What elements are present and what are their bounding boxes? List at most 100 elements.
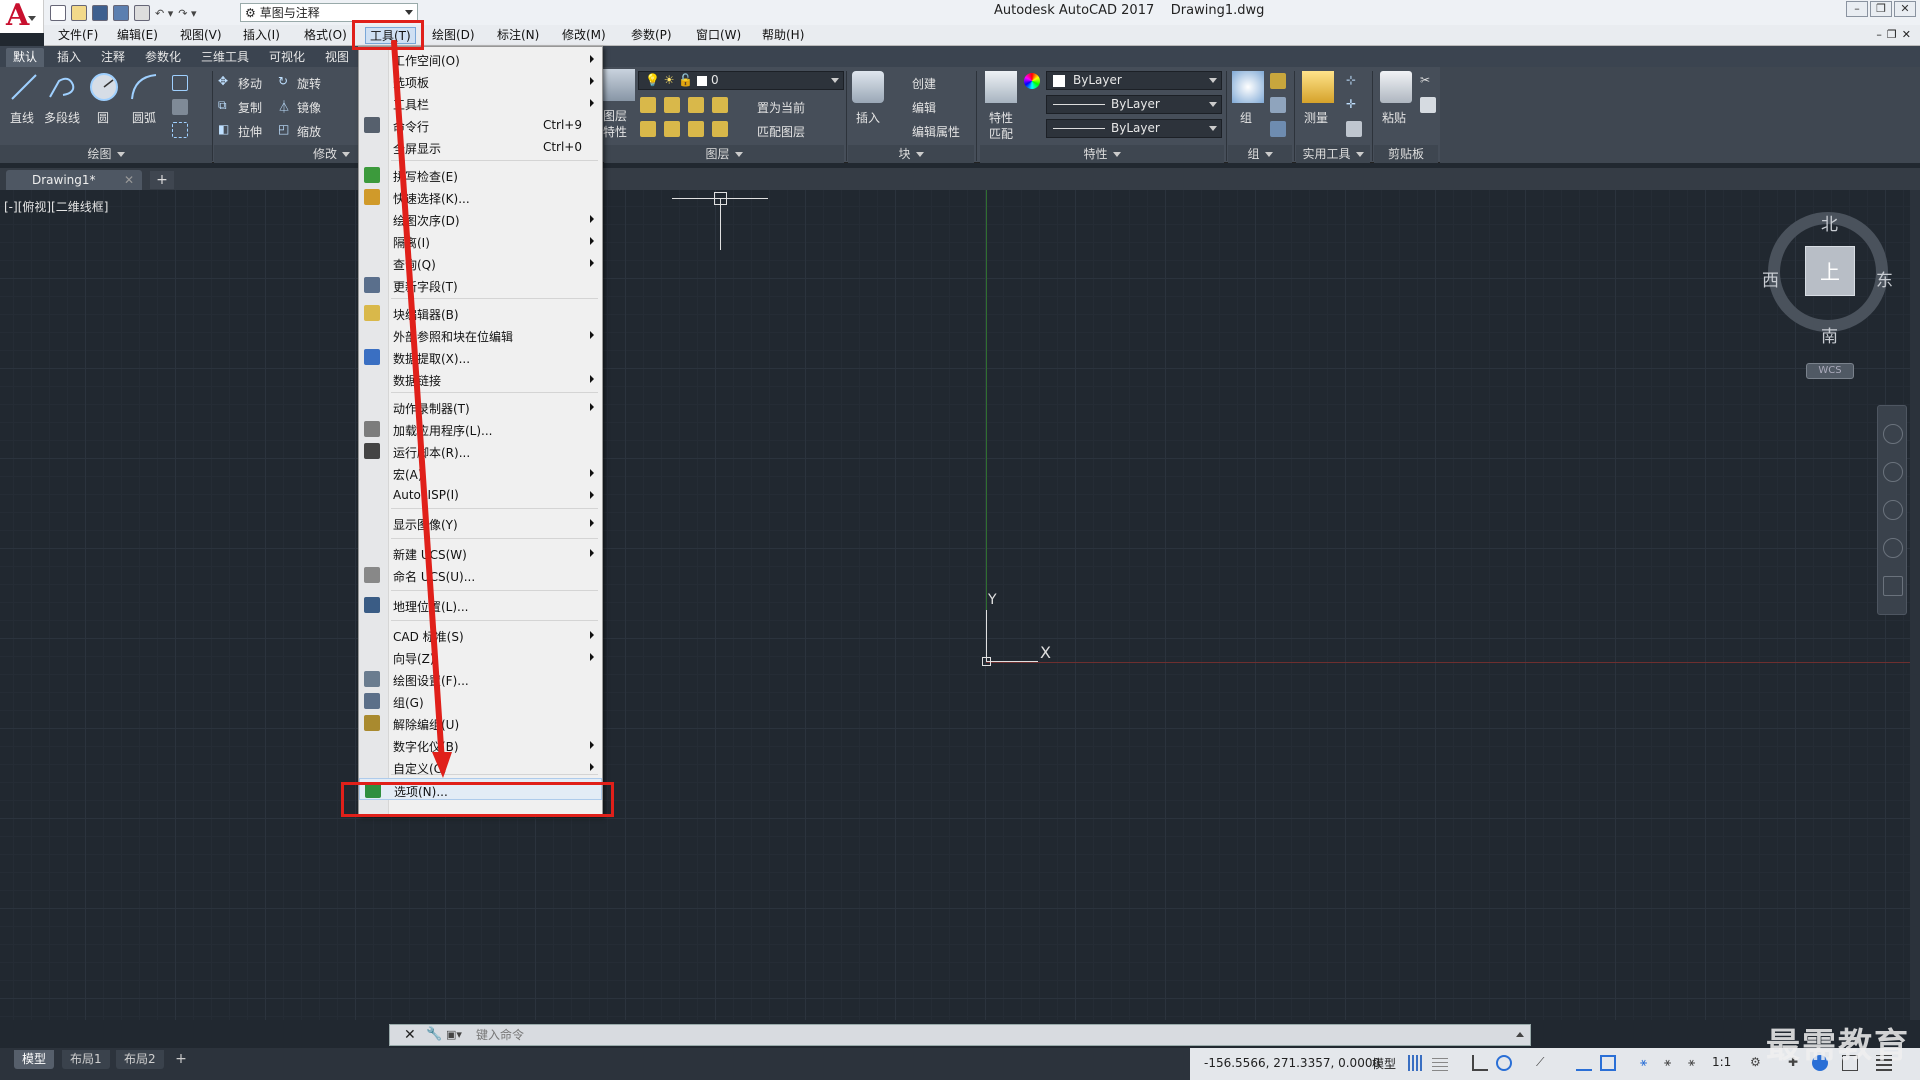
- add-layout-button[interactable]: +: [172, 1050, 190, 1069]
- current-layer-dropdown[interactable]: 💡 ☀ 🔓 0: [638, 71, 844, 90]
- ribbon-tab-annotate[interactable]: 注释: [94, 48, 132, 67]
- color-dropdown[interactable]: ByLayer: [1046, 71, 1222, 90]
- line-tool-label[interactable]: 直线: [10, 109, 34, 126]
- redo-icon[interactable]: ↷ ▾: [178, 7, 196, 20]
- match-properties-label-2[interactable]: 匹配: [989, 125, 1013, 142]
- measure-label[interactable]: 测量: [1304, 109, 1328, 126]
- copy-tool[interactable]: 复制: [238, 99, 262, 116]
- ribbon-tab-insert[interactable]: 插入: [50, 48, 88, 67]
- circle-tool-label[interactable]: 圆: [97, 109, 109, 126]
- copy-clip-icon[interactable]: [1420, 97, 1436, 113]
- draw-panel-label[interactable]: 绘图: [0, 145, 212, 163]
- layout2-tab[interactable]: 布局2: [116, 1050, 164, 1069]
- layer-off-icon[interactable]: [664, 97, 680, 113]
- arc-tool-icon[interactable]: [128, 71, 160, 103]
- annotation-visibility-icon[interactable]: ⚹: [1640, 1055, 1656, 1071]
- match-properties-label-1[interactable]: 特性: [989, 109, 1013, 126]
- model-space-button[interactable]: 模型: [1372, 1055, 1396, 1072]
- compass-south[interactable]: 南: [1821, 322, 1838, 347]
- insert-block-label[interactable]: 插入: [856, 109, 880, 126]
- properties-panel-label[interactable]: 特性: [980, 145, 1224, 163]
- close-icon[interactable]: ✕: [124, 170, 134, 190]
- match-properties-icon[interactable]: [985, 71, 1017, 103]
- polyline-tool-icon[interactable]: [47, 71, 79, 103]
- isodraft-icon[interactable]: ⟋: [1536, 1055, 1552, 1071]
- ribbon-tab-view[interactable]: 视图: [318, 48, 356, 67]
- block-panel-label[interactable]: 块: [848, 145, 974, 163]
- set-current-layer[interactable]: 置为当前: [757, 99, 805, 116]
- minimize-button[interactable]: –: [1846, 1, 1868, 17]
- application-menu-button[interactable]: A: [0, 0, 44, 33]
- document-window-controls[interactable]: –❐✕: [1876, 28, 1916, 41]
- menu-format[interactable]: 格式(O): [300, 27, 351, 44]
- rotate-icon[interactable]: ↻: [278, 74, 288, 88]
- move-tool[interactable]: 移动: [238, 75, 262, 92]
- annotation-scale-icon[interactable]: ⚹: [1688, 1055, 1704, 1071]
- group-icon[interactable]: [1232, 71, 1264, 103]
- lineweight-dropdown[interactable]: ByLayer: [1046, 119, 1222, 138]
- ungroup-icon[interactable]: [1270, 73, 1286, 89]
- menu-modify[interactable]: 修改(M): [558, 27, 610, 44]
- save-as-icon[interactable]: [113, 5, 129, 21]
- linetype-dropdown[interactable]: ByLayer: [1046, 95, 1222, 114]
- ribbon-tab-visualize[interactable]: 可视化: [262, 48, 312, 67]
- menu-view[interactable]: 视图(V): [176, 27, 226, 44]
- object-snap-icon[interactable]: [1600, 1055, 1616, 1071]
- ribbon-tab-parametric[interactable]: 参数化: [138, 48, 188, 67]
- object-snap-tracking-icon[interactable]: [1576, 1055, 1592, 1071]
- viewport-controls-label[interactable]: [-][俯视][二维线框]: [4, 198, 108, 215]
- grid-icon[interactable]: [1408, 1055, 1424, 1071]
- cut-icon[interactable]: ✂: [1420, 73, 1436, 89]
- insert-block-icon[interactable]: [852, 71, 884, 103]
- compass-east[interactable]: 东: [1876, 266, 1893, 291]
- measure-icon[interactable]: [1302, 71, 1334, 103]
- menu-file[interactable]: 文件(F): [54, 27, 102, 44]
- utilities-panel-label[interactable]: 实用工具: [1296, 145, 1370, 163]
- zoom-icon[interactable]: [1883, 500, 1903, 520]
- calculator-icon[interactable]: [1346, 121, 1362, 137]
- stretch-tool[interactable]: 拉伸: [238, 123, 262, 140]
- menu-dimension[interactable]: 标注(N): [493, 27, 543, 44]
- new-file-icon[interactable]: [50, 5, 66, 21]
- layer-lock-icon[interactable]: [664, 121, 680, 137]
- move-icon[interactable]: ✥: [218, 74, 228, 88]
- mirror-icon[interactable]: ⏃: [278, 98, 290, 115]
- layer-unlock-icon[interactable]: [688, 121, 704, 137]
- mirror-tool[interactable]: 镜像: [297, 99, 321, 116]
- group-label[interactable]: 组: [1240, 109, 1252, 126]
- compass-west[interactable]: 西: [1762, 266, 1779, 291]
- drawing-tab[interactable]: Drawing1* ✕: [6, 170, 142, 190]
- match-layer[interactable]: 匹配图层: [757, 123, 805, 140]
- layer-properties-label-1[interactable]: 图层: [603, 107, 627, 124]
- modify-panel-label[interactable]: 修改: [214, 145, 358, 163]
- paste-label[interactable]: 粘贴: [1382, 109, 1406, 126]
- copy-icon[interactable]: ⧉: [218, 98, 227, 113]
- open-file-icon[interactable]: [71, 5, 87, 21]
- menu-edit[interactable]: 编辑(E): [113, 27, 162, 44]
- new-drawing-tab-button[interactable]: +: [150, 171, 174, 189]
- steering-wheel-icon[interactable]: [1883, 424, 1903, 444]
- menu-help[interactable]: 帮助(H): [758, 27, 808, 44]
- menu-window[interactable]: 窗口(W): [692, 27, 745, 44]
- print-icon[interactable]: [134, 5, 150, 21]
- rotate-tool[interactable]: 旋转: [297, 75, 321, 92]
- layer-isolate-icon[interactable]: [688, 97, 704, 113]
- line-tool-icon[interactable]: [8, 71, 40, 103]
- color-wheel-icon[interactable]: [1024, 73, 1040, 89]
- wrench-icon[interactable]: 🔧: [426, 1027, 442, 1042]
- wcs-menu-button[interactable]: WCS: [1806, 363, 1854, 379]
- coordinate-readout[interactable]: -156.5566, 271.3357, 0.0000: [1204, 1056, 1380, 1070]
- group-selection-icon[interactable]: [1270, 121, 1286, 137]
- command-input[interactable]: [476, 1026, 1506, 1044]
- chevron-up-icon[interactable]: [1516, 1032, 1524, 1037]
- scale-tool[interactable]: 缩放: [297, 123, 321, 140]
- viewcube-top-face[interactable]: 上: [1805, 246, 1855, 296]
- pan-icon[interactable]: [1883, 462, 1903, 482]
- point-style-icon[interactable]: ✛: [1346, 97, 1362, 113]
- layer-walk-icon[interactable]: [640, 121, 656, 137]
- command-prompt-icon[interactable]: ▣▾: [446, 1028, 462, 1041]
- gear-icon[interactable]: ⚙: [1750, 1055, 1766, 1071]
- ribbon-tab-3d-tools[interactable]: 三维工具: [194, 48, 256, 67]
- edit-block[interactable]: 编辑: [912, 99, 936, 116]
- showmotion-icon[interactable]: [1883, 576, 1903, 596]
